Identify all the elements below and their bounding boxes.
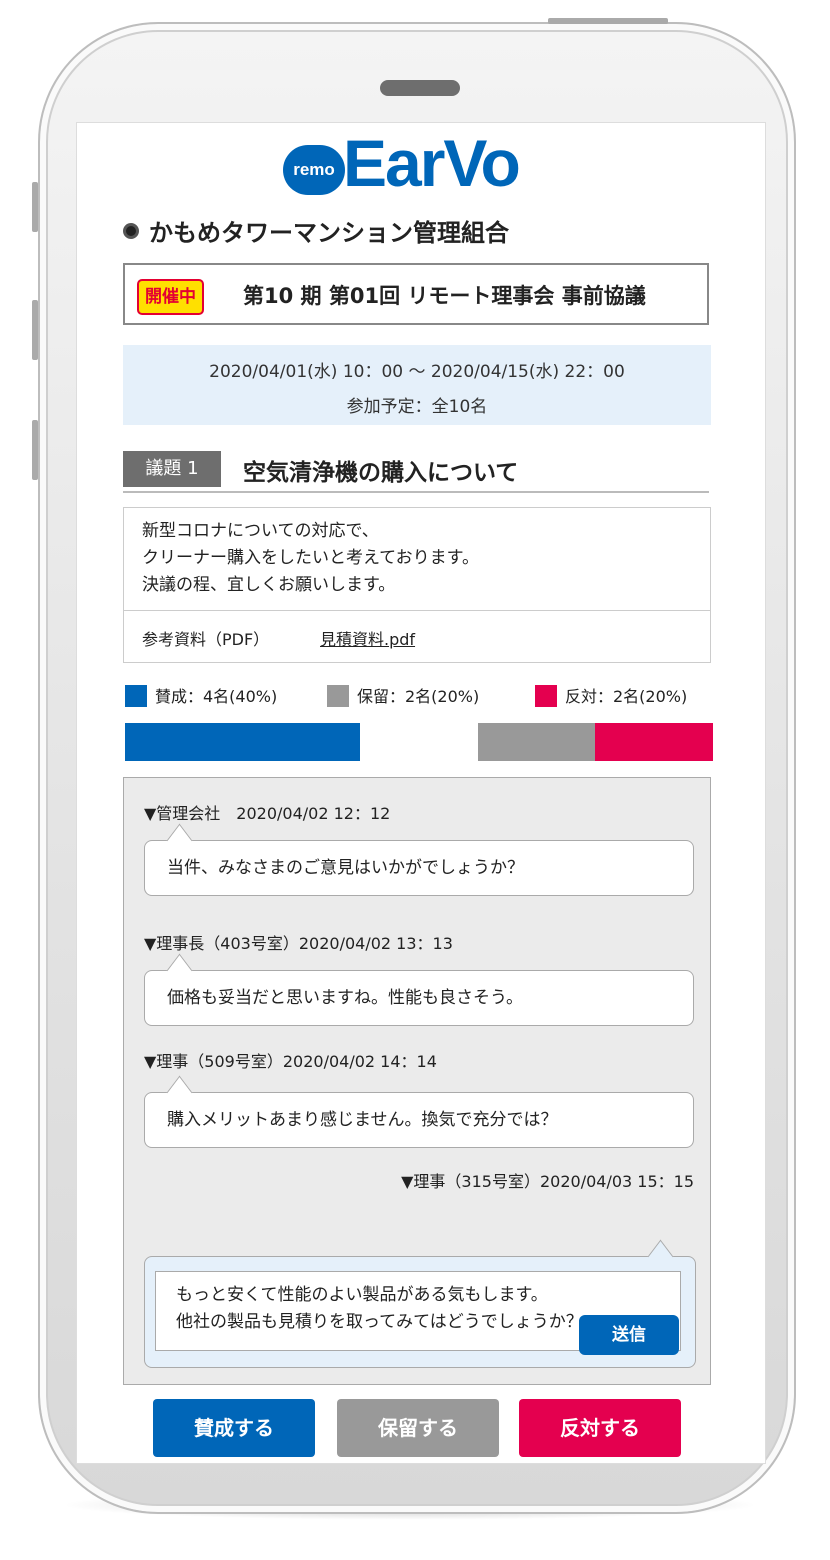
description-line: 決議の程、宜しくお願いします。 <box>142 575 396 595</box>
legend-approve-label: 賛成：4名(40%) <box>155 687 278 706</box>
comment-text: 当件、みなさまのご意見はいかがでしょうか？ <box>167 858 524 878</box>
topic-title: 空気清浄機の購入について <box>243 460 519 486</box>
topic-body: 新型コロナについての対応で、 クリーナー購入をしたいと考えております。 決議の程… <box>123 507 711 663</box>
topic-description: 新型コロナについての対応で、 クリーナー購入をしたいと考えております。 決議の程… <box>124 508 710 599</box>
topic-number: 議題 1 <box>123 451 221 487</box>
organization-name: かもめタワーマンション管理組合 <box>123 213 509 248</box>
oppose-swatch <box>535 684 557 707</box>
meeting-header: 開催中 第10 期 第01回 リモート理事会 事前協議 <box>123 263 709 325</box>
volume-up-button <box>32 300 38 360</box>
legend-hold: 保留：2名(20%) <box>327 683 479 709</box>
send-button[interactable]: 送信 <box>579 1315 679 1355</box>
description-line: 新型コロナについての対応で、 <box>142 521 379 541</box>
comment-bubble: 購入メリットあまり感じません。換気で充分では？ <box>144 1075 694 1148</box>
power-button <box>548 18 668 24</box>
approve-segment <box>125 723 361 761</box>
schedule-period: 2020/04/01(水) 10：00 ～ 2020/04/15(水) 22：0… <box>209 362 625 382</box>
bubble-tail <box>647 1239 674 1274</box>
reference-row: 参考資料（PDF） 見積資料.pdf <box>124 610 710 663</box>
legend-oppose-label: 反対：2名(20%) <box>565 687 688 706</box>
bullet-icon <box>123 223 139 239</box>
speaker-grille <box>380 80 460 96</box>
description-line: クリーナー購入をしたいと考えております。 <box>142 548 479 568</box>
reply-box: もっと安くて性能のよい製品がある気もします。 他社の製品も見積りを取ってみてはど… <box>144 1239 696 1368</box>
comment-author: ▼理事（509号室）2020/04/02 14：14 <box>144 1052 437 1071</box>
app-logo: remo EarVo <box>283 126 563 201</box>
comment-thread[interactable]: ▼管理会社 2020/04/02 12：12 当件、みなさまのご意見はいかがでし… <box>123 777 711 1385</box>
app-screen: remo EarVo かもめタワーマンション管理組合 開催中 第10 期 第01… <box>76 122 766 1464</box>
comment-author: ▼理事長（403号室）2020/04/02 13：13 <box>144 934 453 953</box>
unvoted-segment <box>360 723 478 761</box>
reference-file-link[interactable]: 見積資料.pdf <box>320 626 415 650</box>
schedule-box: 2020/04/01(水) 10：00 ～ 2020/04/15(水) 22：0… <box>123 345 711 425</box>
hold-button[interactable]: 保留する <box>337 1399 499 1457</box>
bubble-tail <box>166 823 193 858</box>
status-badge: 開催中 <box>137 279 204 315</box>
bubble-tail <box>166 1075 193 1110</box>
oppose-segment <box>595 723 713 761</box>
participants-count: 参加予定：全10名 <box>346 397 488 417</box>
logo-text: EarVo <box>343 126 521 200</box>
comment-author: ▼管理会社 2020/04/02 12：12 <box>144 804 391 823</box>
legend-oppose: 反対：2名(20%) <box>535 683 687 709</box>
approve-button[interactable]: 賛成する <box>153 1399 315 1457</box>
organization-label: かもめタワーマンション管理組合 <box>149 219 509 247</box>
volume-down-button <box>32 420 38 480</box>
approve-swatch <box>125 684 147 707</box>
vote-progress-bar <box>125 723 713 761</box>
legend-hold-label: 保留：2名(20%) <box>357 687 480 706</box>
topic-header: 議題 1 空気清浄機の購入について <box>123 449 709 493</box>
hold-segment <box>477 723 596 761</box>
reply-author: ▼理事（315号室）2020/04/03 15：15 <box>401 1172 694 1191</box>
legend-approve: 賛成：4名(40%) <box>125 683 277 709</box>
comment-text: 価格も妥当だと思いますね。性能も良さそう。 <box>167 988 523 1008</box>
comment-text: 購入メリットあまり感じません。換気で充分では？ <box>167 1110 558 1130</box>
mute-switch <box>32 182 38 232</box>
comment-bubble: 価格も妥当だと思いますね。性能も良さそう。 <box>144 953 694 1026</box>
reference-label: 参考資料（PDF） <box>142 630 270 649</box>
comment-bubble: 当件、みなさまのご意見はいかがでしょうか？ <box>144 823 694 896</box>
logo-badge: remo <box>283 145 345 195</box>
hold-swatch <box>327 684 349 707</box>
bubble-tail <box>166 953 193 988</box>
meeting-title: 第10 期 第01回 リモート理事会 事前協議 <box>243 284 646 308</box>
oppose-button[interactable]: 反対する <box>519 1399 681 1457</box>
